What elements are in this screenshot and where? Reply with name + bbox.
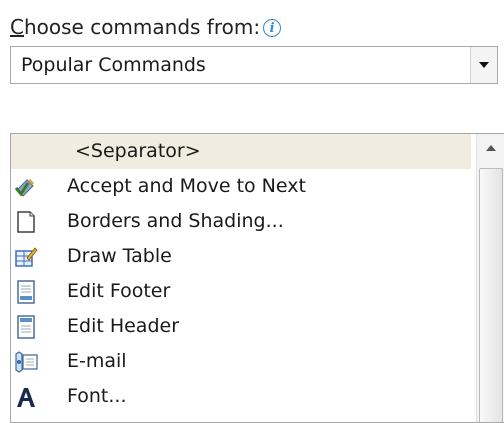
list-item-font[interactable]: Font... [11,379,471,414]
list-item-label: Draw Table [67,245,172,267]
list-item-label: Borders and Shading... [67,210,284,232]
list-item-label: Accept and Move to Next [67,175,306,197]
email-icon [15,351,38,373]
scroll-up-arrow[interactable] [477,134,504,162]
list-item-label: <Separator> [75,140,201,162]
label-text: hoose commands from: [23,15,261,39]
accept-change-icon [14,179,34,197]
list-item-email[interactable]: E-mail [11,344,471,379]
list-item-label: E-mail [67,350,127,372]
list-item-borders-and-shading[interactable]: Borders and Shading... [11,204,471,239]
vertical-scrollbar[interactable] [476,134,504,422]
commands-dropdown[interactable]: Popular Commands [10,46,498,84]
list-item-label: Edit Header [67,315,180,337]
scroll-thumb[interactable] [479,168,503,422]
commands-listbox[interactable]: <Separator> Accept and Move to Next Bord… [10,133,504,423]
font-icon [17,388,35,407]
list-item-label: Font... [67,385,127,407]
list-item-separator[interactable]: <Separator> [11,134,471,169]
list-item-draw-table[interactable]: Draw Table [11,239,471,274]
list-items: <Separator> Accept and Move to Next Bord… [11,134,471,414]
label-mnemonic: C [10,15,24,39]
edit-footer-icon [17,280,35,304]
dropdown-arrow-button[interactable] [470,47,497,83]
page-border-icon [17,211,35,233]
list-item-edit-header[interactable]: Edit Header [11,309,471,344]
choose-commands-label: Choose commands from: i [10,14,282,40]
list-item-edit-footer[interactable]: Edit Footer [11,274,471,309]
top-band [0,0,504,10]
edit-header-icon [17,315,35,339]
draw-table-icon [15,247,38,267]
list-item-accept-and-move-to-next[interactable]: Accept and Move to Next [11,169,471,204]
dropdown-value: Popular Commands [21,54,206,76]
info-icon[interactable]: i [263,19,282,37]
list-item-label: Edit Footer [67,280,171,302]
